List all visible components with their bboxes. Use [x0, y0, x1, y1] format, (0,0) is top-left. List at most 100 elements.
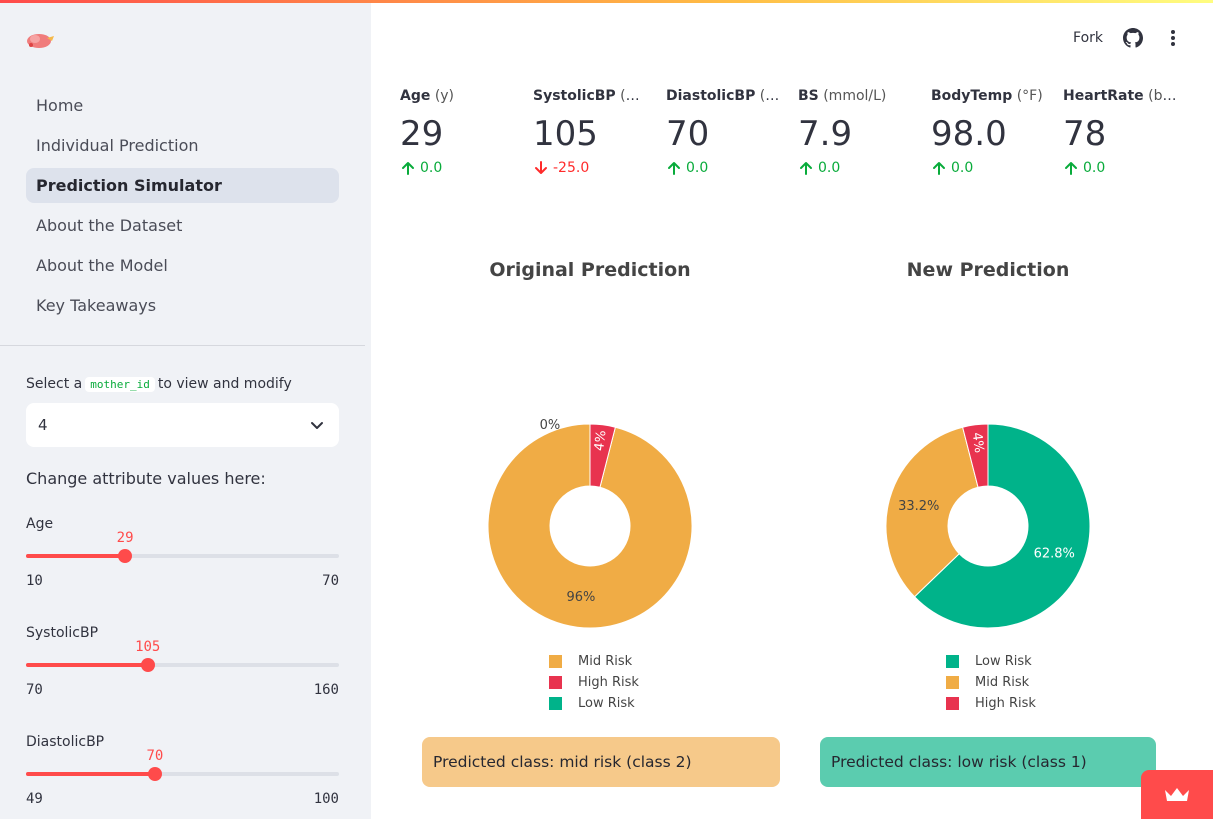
nav-item-about-model[interactable]: About the Model [26, 248, 339, 283]
slider-track[interactable] [26, 658, 339, 672]
metric-label: Age (y) [400, 88, 518, 104]
metric-systolicbp: SystolicBP (m… 105 -25.0 [533, 88, 651, 176]
slider-thumb[interactable] [140, 658, 155, 672]
legend-label: High Risk [578, 675, 639, 690]
slice-label: 0% [540, 418, 561, 433]
legend-swatch [549, 655, 562, 668]
slider-track[interactable] [26, 767, 339, 781]
slider-value: 29 [116, 530, 134, 546]
arrow-up-icon [668, 162, 680, 175]
legend-label: Low Risk [578, 696, 635, 711]
new-prediction-title: New Prediction [906, 259, 1070, 281]
metric-name: Age [400, 88, 431, 104]
arrow-up-icon [933, 162, 945, 175]
metric-label: HeartRate (bpm) [1063, 88, 1181, 104]
metric-delta: 0.0 [931, 160, 1049, 176]
metrics-row: Age (y) 29 0.0 SystolicBP (m… 105 -25.0 … [400, 88, 1190, 188]
legend-swatch [946, 655, 959, 668]
metric-unit: (mmol/L) [823, 88, 887, 104]
metric-value: 29 [400, 114, 444, 154]
metric-name: SystolicBP [533, 88, 616, 104]
slider-label: DiastolicBP [26, 734, 105, 750]
metric-label: SystolicBP (m… [533, 88, 651, 104]
metric-delta: 0.0 [798, 160, 916, 176]
slider-value: 105 [135, 639, 161, 655]
metric-value: 98.0 [931, 114, 1007, 154]
slice-label: 33.2% [898, 499, 939, 514]
arrow-up-icon [402, 162, 414, 175]
legend-item[interactable]: Low Risk [549, 693, 639, 714]
diastolicbp-slider[interactable]: DiastolicBP 70 49 100 [26, 734, 339, 834]
nav-item-prediction-simulator[interactable]: Prediction Simulator [26, 168, 339, 203]
legend-label: Mid Risk [578, 654, 633, 669]
metric-diastolicbp: DiastolicBP (m… 70 0.0 [666, 88, 784, 176]
new-predicted-class-alert: Predicted class: low risk (class 1) [820, 737, 1156, 787]
select-mother-id-label: Select a mother_id to view and modify [26, 376, 292, 392]
legend-item[interactable]: Mid Risk [549, 651, 639, 672]
chevron-down-icon[interactable] [309, 417, 325, 433]
nav-item-home[interactable]: Home [26, 88, 339, 123]
arrow-up-icon [800, 162, 812, 175]
slice-label: 4% [969, 431, 986, 453]
sidebar-nav: Home Individual Prediction Prediction Si… [26, 88, 339, 328]
legend-item[interactable]: High Risk [946, 693, 1036, 714]
arrow-up-icon [1065, 162, 1077, 175]
slider-fill [26, 554, 126, 558]
streamlit-badge[interactable] [1141, 770, 1213, 819]
select-label-before: Select a [26, 376, 83, 392]
slider-min: 10 [26, 573, 43, 589]
systolicbp-slider[interactable]: SystolicBP 105 70 160 [26, 625, 339, 725]
slice-label: 96% [567, 590, 596, 605]
legend-swatch [946, 697, 959, 710]
metric-heartrate: HeartRate (bpm) 78 0.0 [1063, 88, 1181, 176]
slider-thumb[interactable] [147, 767, 162, 781]
slider-max: 70 [322, 573, 339, 589]
metric-delta-value: 0.0 [1083, 160, 1106, 176]
new-prediction-legend: Low Risk Mid Risk High Risk [946, 651, 1036, 714]
top-decoration-bar [0, 0, 1213, 3]
metric-delta-value: -25.0 [553, 160, 590, 176]
header-toolbar: Fork [1073, 28, 1183, 48]
metric-delta-value: 0.0 [420, 160, 443, 176]
legend-item[interactable]: Low Risk [946, 651, 1036, 672]
original-prediction-donut-chart[interactable]: 96% 4% 0% [440, 400, 740, 640]
new-prediction-donut-chart[interactable]: 62.8% 33.2% 4% [838, 400, 1138, 640]
metric-delta-value: 0.0 [818, 160, 841, 176]
slider-max: 100 [313, 791, 339, 807]
metric-delta: 0.0 [666, 160, 784, 176]
legend-label: High Risk [975, 696, 1036, 711]
kebab-menu-icon[interactable] [1163, 28, 1183, 48]
legend-item[interactable]: High Risk [549, 672, 639, 693]
metric-label: DiastolicBP (m… [666, 88, 784, 104]
mother-id-select[interactable]: 4 [26, 403, 339, 447]
metric-delta: -25.0 [533, 160, 651, 176]
original-predicted-class-alert: Predicted class: mid risk (class 2) [422, 737, 780, 787]
metric-delta-value: 0.0 [686, 160, 709, 176]
legend-item[interactable]: Mid Risk [946, 672, 1036, 693]
metric-name: HeartRate [1063, 88, 1144, 104]
slider-value: 70 [146, 748, 164, 764]
nav-item-about-dataset[interactable]: About the Dataset [26, 208, 339, 243]
age-slider[interactable]: Age 29 10 70 [26, 516, 339, 616]
mother-id-code: mother_id [85, 377, 155, 392]
slice-label: 4% [592, 430, 609, 452]
legend-swatch [549, 697, 562, 710]
nav-item-individual-prediction[interactable]: Individual Prediction [26, 128, 339, 163]
slider-track[interactable] [26, 549, 339, 563]
nav-item-key-takeaways[interactable]: Key Takeaways [26, 288, 339, 323]
slider-label: Age [26, 516, 54, 532]
sidebar-divider [0, 345, 365, 346]
legend-swatch [549, 676, 562, 689]
metric-unit: (bpm) [1148, 88, 1181, 104]
metric-unit: (m… [759, 88, 784, 104]
metric-value: 70 [666, 114, 710, 154]
slider-label: SystolicBP [26, 625, 99, 641]
sidebar: Home Individual Prediction Prediction Si… [0, 0, 371, 819]
fork-button[interactable]: Fork [1073, 30, 1103, 46]
metric-age: Age (y) 29 0.0 [400, 88, 518, 176]
metric-bs: BS (mmol/L) 7.9 0.0 [798, 88, 916, 176]
github-icon[interactable] [1123, 28, 1143, 48]
metric-delta: 0.0 [400, 160, 518, 176]
slider-thumb[interactable] [118, 549, 133, 563]
original-prediction-legend: Mid Risk High Risk Low Risk [549, 651, 639, 714]
